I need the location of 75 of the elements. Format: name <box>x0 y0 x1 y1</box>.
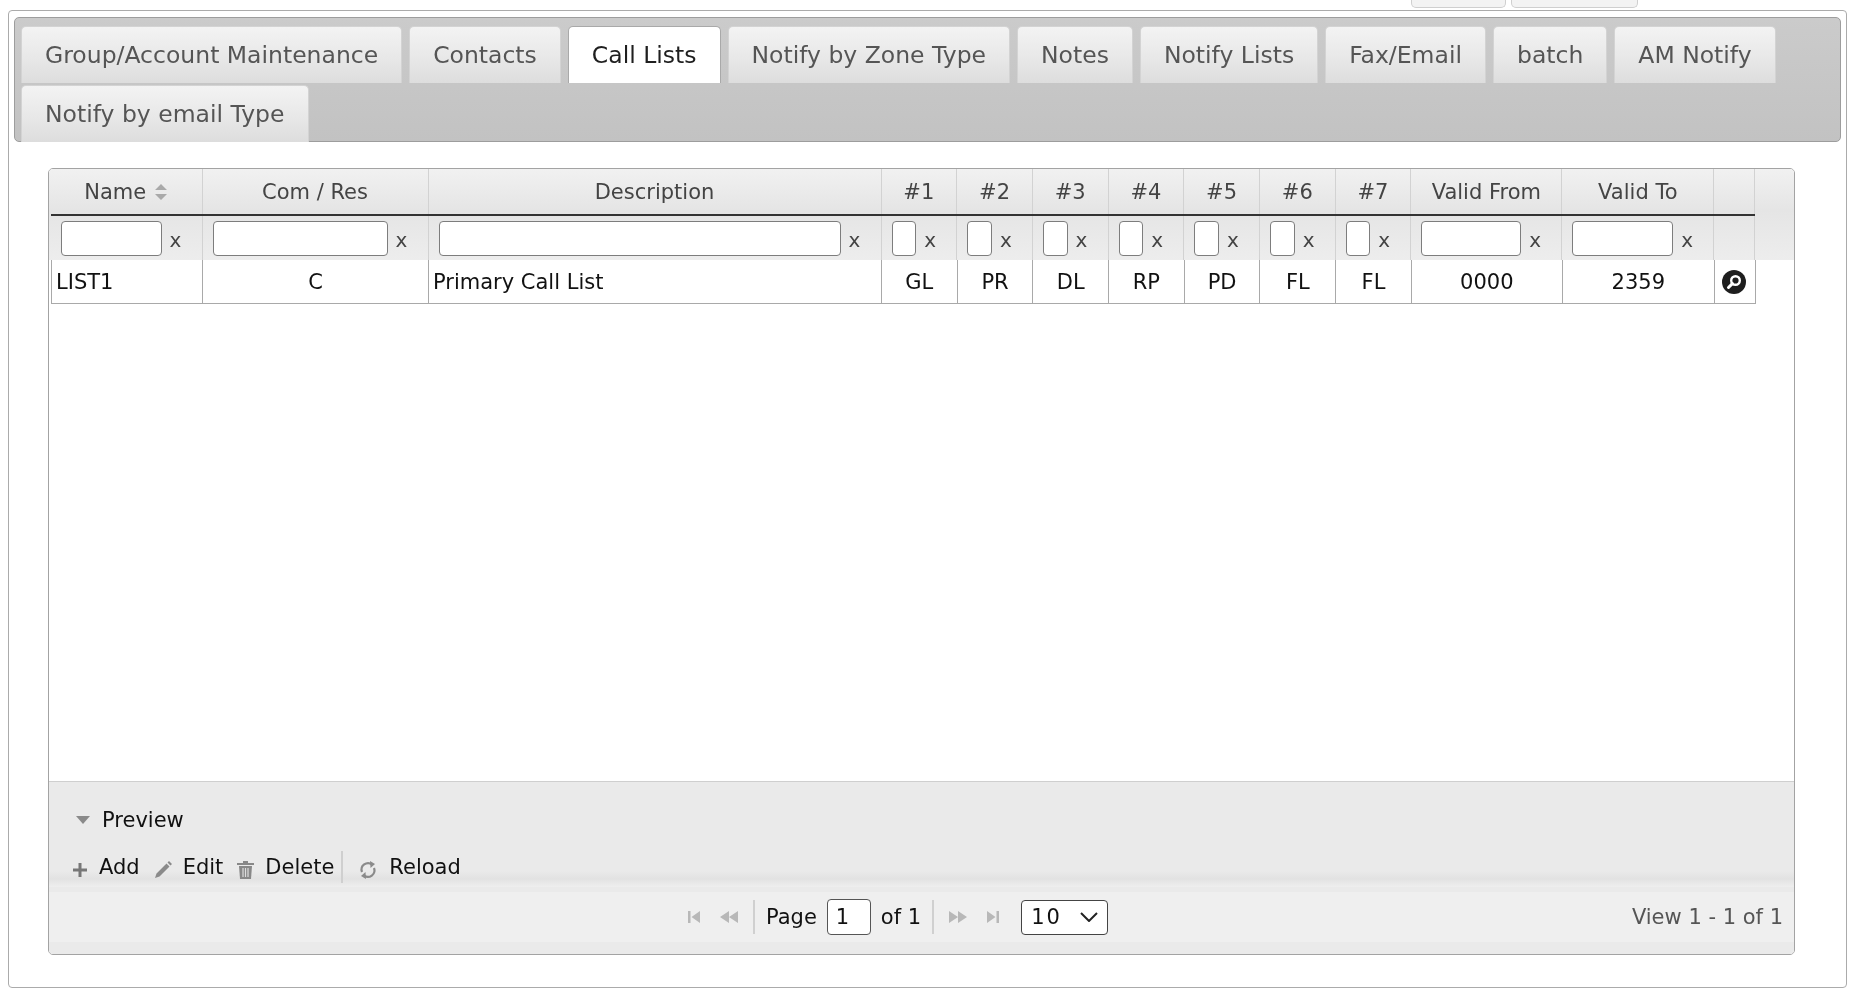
table-cell: PR <box>957 260 1033 304</box>
clear-filter-link[interactable]: x <box>1151 226 1164 250</box>
table-cell: FL <box>1259 260 1336 304</box>
filter-field[interactable] <box>438 220 841 256</box>
page-count: of 1 <box>880 905 922 929</box>
tab[interactable]: Notify by email Type <box>21 85 309 142</box>
edit-button[interactable]: Edit <box>153 855 224 879</box>
column-header[interactable]: #1 <box>881 169 957 215</box>
delete-button[interactable]: Delete <box>237 855 335 879</box>
filter-field[interactable] <box>967 220 992 256</box>
filter-field[interactable] <box>1118 220 1144 256</box>
column-header[interactable]: #4 <box>1108 169 1184 215</box>
tab[interactable]: Notify Lists <box>1139 26 1319 83</box>
magnifier-icon[interactable] <box>1721 269 1746 294</box>
preview-toggle[interactable]: Preview <box>76 808 184 832</box>
table-cell: 0000 <box>1411 260 1563 304</box>
record-count: View 1 - 1 of 1 <box>1631 905 1783 929</box>
column-header[interactable]: Valid From <box>1410 169 1562 215</box>
page-size-select[interactable]: 10 <box>1021 899 1109 935</box>
column-header[interactable]: #3 <box>1032 169 1109 215</box>
chevron-down-icon <box>1080 912 1099 922</box>
clear-filter-link[interactable]: x <box>1378 226 1391 250</box>
clear-filter-link[interactable]: x <box>395 226 408 250</box>
add-button[interactable]: Add <box>72 855 140 879</box>
table-cell: 2359 <box>1562 260 1715 304</box>
clear-filter-link[interactable]: x <box>1681 226 1694 250</box>
trash-icon <box>237 860 255 879</box>
tab[interactable]: Contacts <box>409 26 561 83</box>
column-header[interactable]: #5 <box>1183 169 1260 215</box>
column-header[interactable]: #6 <box>1259 169 1336 215</box>
table-cell: FL <box>1335 260 1412 304</box>
tab[interactable]: Group/Account Maintenance <box>21 26 403 83</box>
clear-filter-link[interactable]: x <box>1226 226 1239 250</box>
sort-icon <box>154 182 169 201</box>
column-header[interactable]: Description <box>428 169 881 215</box>
reload-button[interactable]: Reload <box>358 854 461 880</box>
clear-filter-link[interactable]: x <box>848 226 861 250</box>
column-header[interactable]: #7 <box>1335 169 1411 215</box>
tab[interactable]: Notes <box>1017 26 1133 83</box>
tab[interactable]: Call Lists <box>567 26 721 83</box>
clear-filter-link[interactable]: x <box>1302 226 1315 250</box>
plus-icon <box>72 861 88 878</box>
column-header[interactable]: Valid To <box>1561 169 1714 215</box>
filter-field[interactable] <box>891 220 917 256</box>
clear-filter-link[interactable]: x <box>1529 226 1542 250</box>
page-input[interactable]: 1 <box>826 899 871 935</box>
tab[interactable]: batch <box>1492 26 1608 83</box>
clear-filter-link[interactable]: x <box>169 226 182 250</box>
table-cell: PD <box>1184 260 1260 304</box>
page-label: Page <box>766 905 817 929</box>
tab[interactable]: Notify by Zone Type <box>727 26 1011 83</box>
filter-field[interactable] <box>1421 220 1522 256</box>
filter-field[interactable] <box>1345 220 1371 256</box>
table-cell: LIST1 <box>51 260 203 304</box>
table-cell: DL <box>1032 260 1109 304</box>
table-cell: GL <box>881 260 958 304</box>
filter-field[interactable] <box>1042 220 1068 256</box>
filter-field[interactable] <box>1269 220 1295 256</box>
clear-filter-link[interactable]: x <box>1075 226 1088 250</box>
clear-filter-link[interactable]: x <box>924 226 937 250</box>
filter-field[interactable] <box>212 220 388 256</box>
refresh-icon <box>358 859 379 880</box>
filter-field[interactable] <box>61 220 162 256</box>
column-header[interactable]: Name <box>51 169 202 215</box>
tab[interactable]: Fax/Email <box>1325 26 1486 83</box>
filter-field[interactable] <box>1572 220 1674 256</box>
filter-field[interactable] <box>1194 220 1219 256</box>
table-cell: RP <box>1108 260 1185 304</box>
table-cell: C <box>202 260 429 304</box>
pencil-icon <box>153 860 172 879</box>
column-header[interactable]: #2 <box>956 169 1033 215</box>
table-cell: Primary Call List <box>428 260 882 304</box>
clear-filter-link[interactable]: x <box>999 226 1012 250</box>
column-header[interactable]: Com / Res <box>202 169 428 215</box>
tab[interactable]: AM Notify <box>1614 26 1776 83</box>
